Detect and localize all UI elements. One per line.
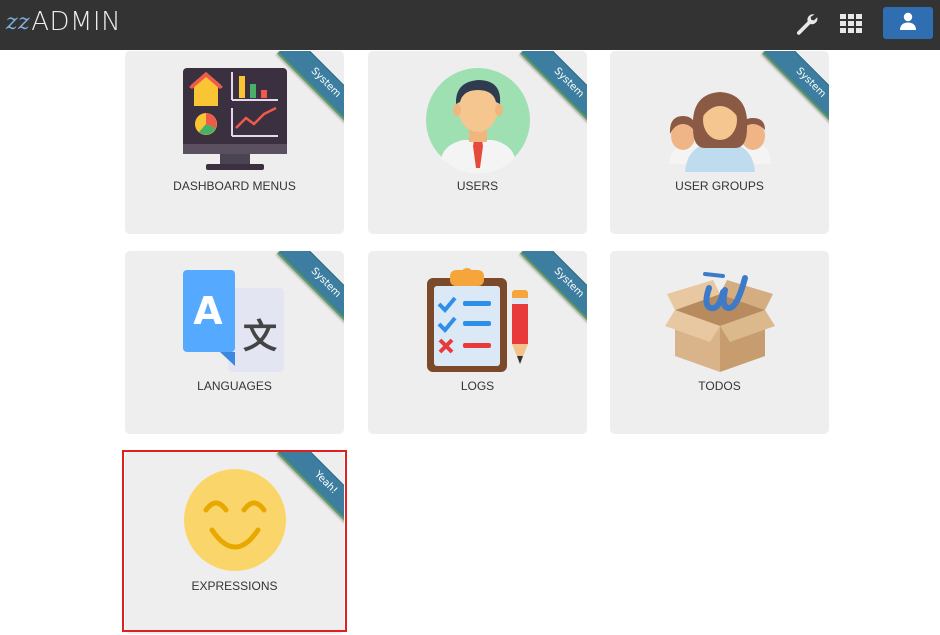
ribbon-label: System bbox=[762, 51, 829, 131]
ribbon-label: System bbox=[277, 251, 344, 331]
apps-grid-icon[interactable] bbox=[838, 11, 864, 37]
tile-languages[interactable]: A 文 LANGUAGES System bbox=[125, 251, 344, 434]
ribbon: System bbox=[749, 51, 829, 131]
ribbon: System bbox=[264, 251, 344, 331]
tile-label: USER GROUPS bbox=[675, 179, 764, 193]
logo-word: ADMIN bbox=[31, 7, 122, 37]
user-menu-button[interactable] bbox=[883, 7, 933, 39]
tile-label: DASHBOARD MENUS bbox=[173, 179, 296, 193]
tile-label: EXPRESSIONS bbox=[191, 579, 278, 593]
tile-label: USERS bbox=[456, 179, 499, 193]
tile-label: TODOS bbox=[698, 379, 741, 393]
ribbon-label: System bbox=[520, 251, 587, 331]
logo-mark: zz bbox=[6, 9, 31, 35]
svg-text:A: A bbox=[193, 289, 223, 333]
ribbon: System bbox=[507, 51, 587, 131]
tile-todos[interactable]: TODOS bbox=[610, 251, 829, 434]
top-bar: zz ADMIN bbox=[0, 0, 940, 50]
tile-expressions[interactable]: EXPRESSIONS Yeah! bbox=[125, 451, 344, 634]
ribbon-label: System bbox=[277, 51, 344, 131]
user-icon bbox=[899, 12, 917, 35]
ribbon-label: System bbox=[520, 51, 587, 131]
tile-logs[interactable]: LOGS System bbox=[368, 251, 587, 434]
tile-label: LANGUAGES bbox=[197, 379, 272, 393]
ribbon: System bbox=[507, 251, 587, 331]
tile-users[interactable]: USERS System bbox=[368, 51, 587, 234]
ribbon-label: Yeah! bbox=[277, 451, 344, 531]
tile-user-groups[interactable]: USER GROUPS System bbox=[610, 51, 829, 234]
ribbon: System bbox=[264, 51, 344, 131]
wrench-icon[interactable] bbox=[794, 11, 820, 37]
tile-dashboard-menus[interactable]: DASHBOARD MENUS System bbox=[125, 51, 344, 234]
tile-label: LOGS bbox=[460, 379, 495, 393]
box-icon bbox=[664, 268, 775, 374]
ribbon: Yeah! bbox=[264, 451, 344, 531]
app-logo[interactable]: zz ADMIN bbox=[6, 6, 121, 38]
